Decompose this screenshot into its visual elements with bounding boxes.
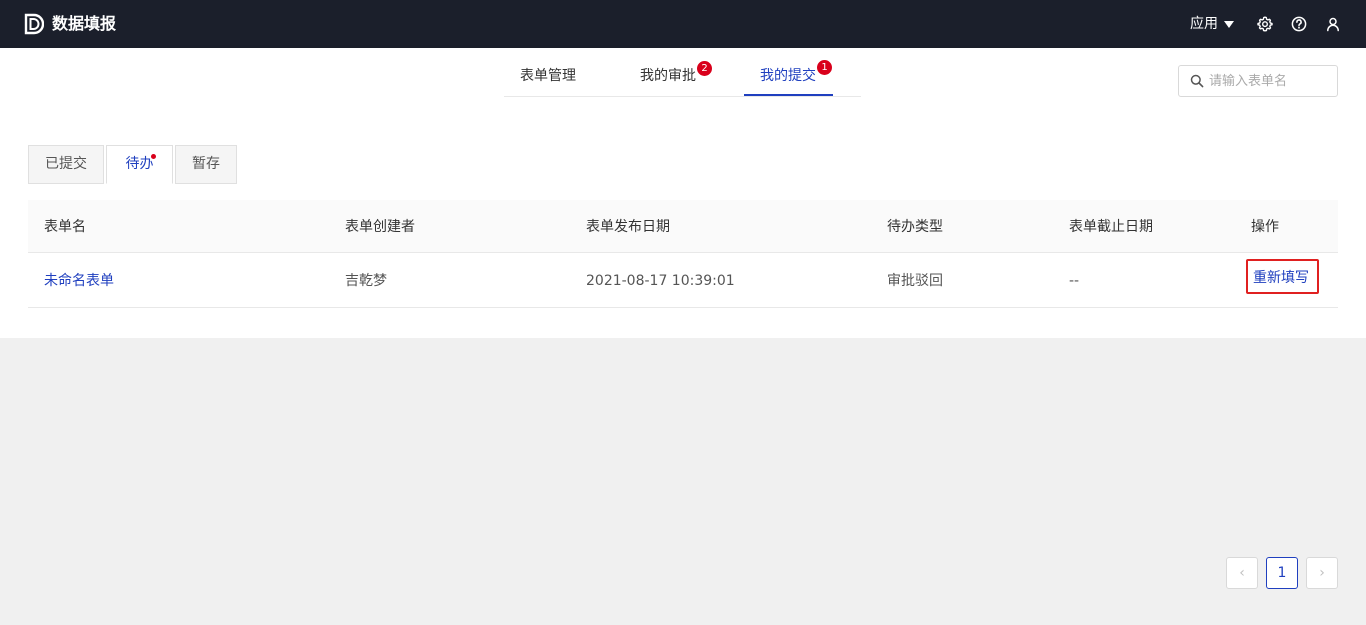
apps-menu-label: 应用 (1190, 16, 1218, 32)
subtab-submitted[interactable]: 已提交 (28, 145, 104, 184)
column-header: 待办类型 (887, 219, 943, 235)
tab-label: 我的审批 (640, 68, 696, 84)
column-header: 表单名 (44, 219, 86, 235)
todo-type: 审批驳回 (887, 273, 943, 289)
column-header: 表单创建者 (345, 219, 415, 235)
nav-tabs: 表单管理 我的审批 2 我的提交 1 (504, 48, 861, 97)
column-header: 操作 (1251, 219, 1279, 235)
form-name-link[interactable]: 未命名表单 (44, 271, 114, 291)
tab-my-submissions[interactable]: 我的提交 (760, 66, 816, 86)
apps-menu[interactable]: 应用 (1190, 14, 1234, 34)
approvals-badge: 2 (697, 61, 712, 76)
subtab-drafts[interactable]: 暂存 (175, 145, 237, 184)
prev-page-button[interactable]: ‹ (1226, 557, 1258, 589)
app-title: 数据填报 (52, 14, 117, 33)
content-panel: 已提交 待办 暂存 表单名 表单创建者 表单发布日期 待办类型 表单截止日期 操… (0, 113, 1366, 338)
todo-dot-indicator (151, 154, 156, 159)
settings-icon[interactable] (1257, 16, 1273, 32)
tab-form-management[interactable]: 表单管理 (520, 66, 576, 86)
tab-my-approvals[interactable]: 我的审批 (640, 66, 696, 86)
subtab-label: 已提交 (45, 156, 87, 172)
table-header: 表单名 表单创建者 表单发布日期 待办类型 表单截止日期 操作 (28, 200, 1338, 253)
logo-icon (24, 13, 44, 35)
submissions-badge: 1 (817, 60, 832, 75)
user-icon[interactable] (1325, 16, 1341, 32)
active-tab-indicator (744, 94, 833, 96)
tab-label: 我的提交 (760, 68, 816, 84)
deadline: -- (1069, 273, 1080, 289)
subtab-label: 待办 (125, 156, 154, 172)
column-header: 表单截止日期 (1069, 219, 1153, 235)
subtab-label: 暂存 (192, 156, 220, 172)
nav-bar: 表单管理 我的审批 2 我的提交 1 (0, 48, 1366, 113)
subtab-todo[interactable]: 待办 (106, 145, 173, 184)
form-creator: 吉乾梦 (345, 273, 387, 289)
tab-label: 表单管理 (520, 68, 576, 84)
search-box[interactable] (1178, 65, 1338, 97)
search-icon (1190, 74, 1204, 88)
refill-button[interactable]: 重新填写 (1246, 259, 1319, 294)
publish-date: 2021-08-17 10:39:01 (586, 273, 735, 289)
caret-down-icon (1224, 20, 1234, 28)
refill-label: 重新填写 (1253, 270, 1309, 286)
top-bar: 数据填报 应用 (0, 0, 1366, 48)
search-input[interactable] (1209, 71, 1331, 91)
next-page-button[interactable]: › (1306, 557, 1338, 589)
table-row: 未命名表单 吉乾梦 2021-08-17 10:39:01 审批驳回 -- 重新… (28, 254, 1338, 308)
help-icon[interactable] (1291, 16, 1307, 32)
page-1-button[interactable]: 1 (1266, 557, 1298, 589)
column-header: 表单发布日期 (586, 219, 670, 235)
